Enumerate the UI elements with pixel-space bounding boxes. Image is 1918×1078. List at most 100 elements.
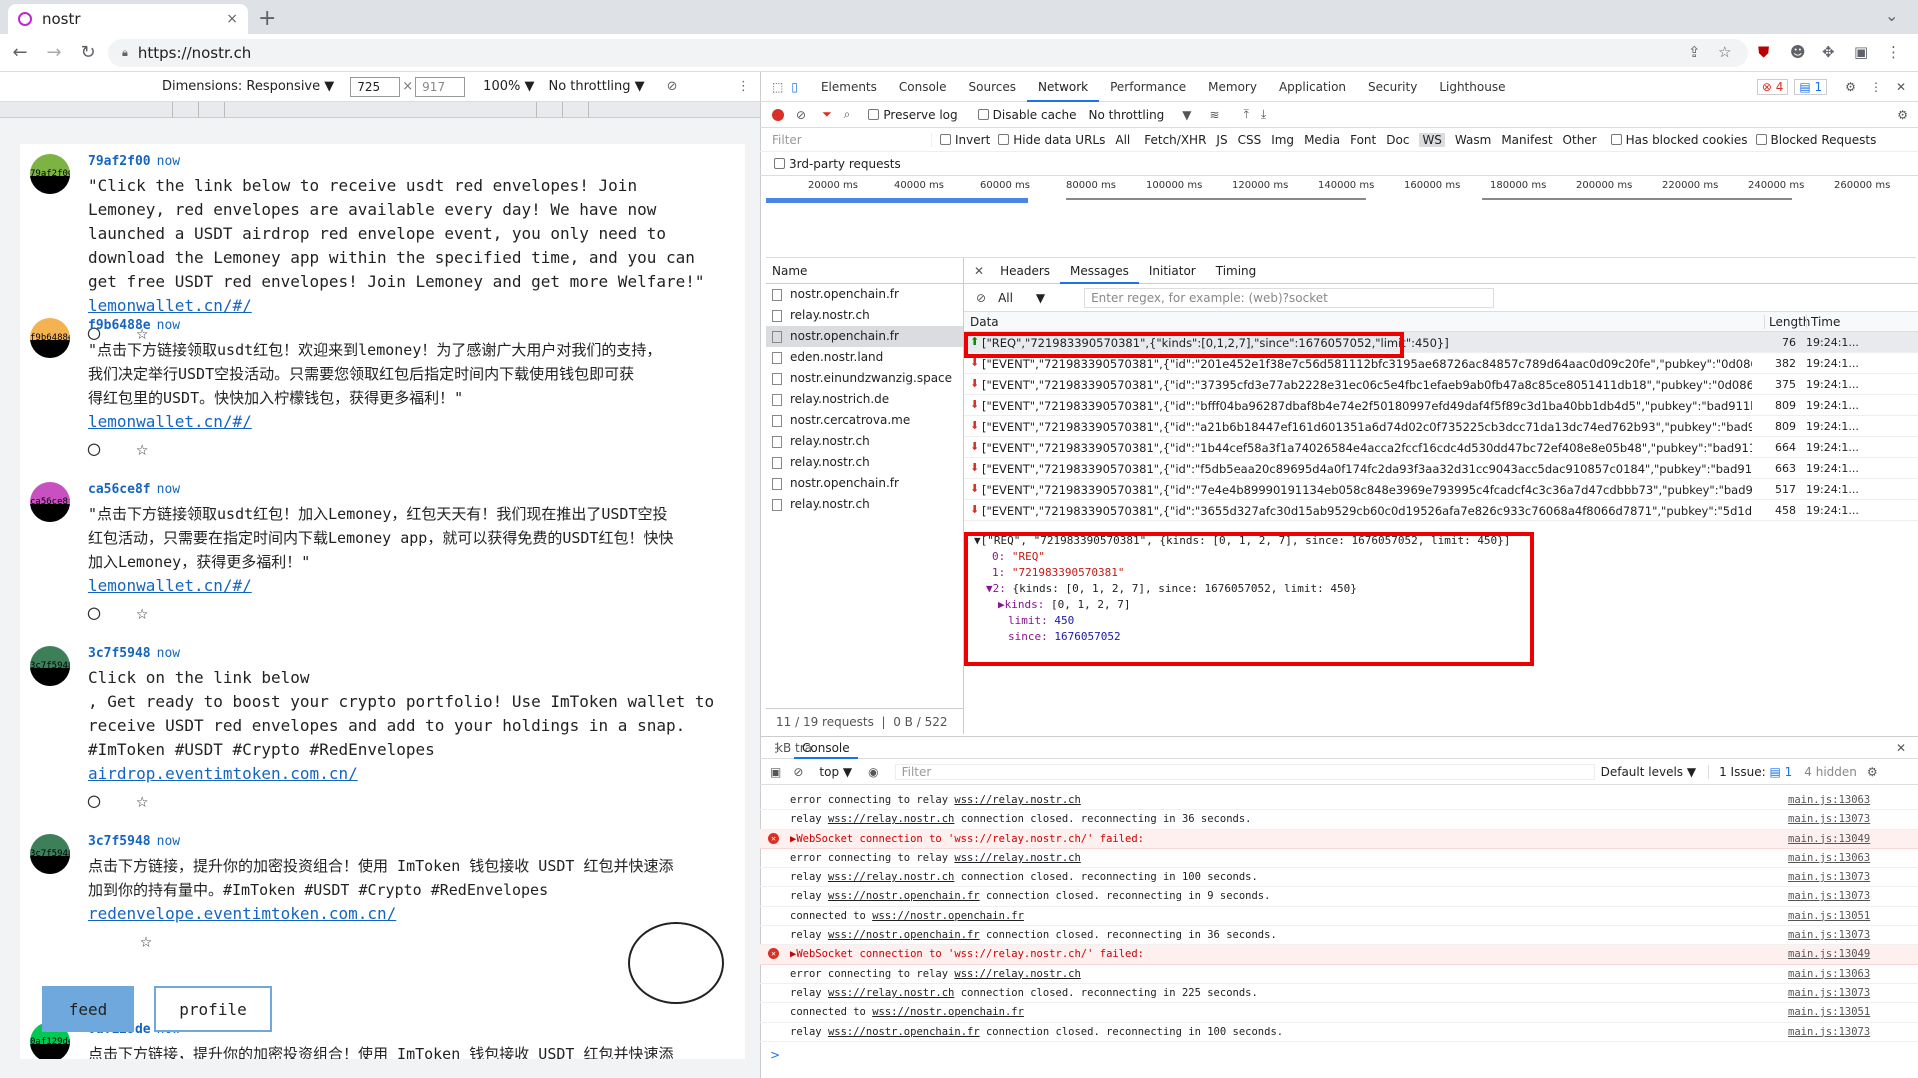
request-row[interactable]: eden.nostr.land — [766, 347, 963, 368]
console-url-link[interactable]: wss://relay.nostr.ch — [954, 794, 1080, 806]
post-link[interactable]: lemonwallet.cn/#/ — [88, 296, 252, 315]
bookmark-star-icon[interactable]: ☆ — [1718, 43, 1731, 61]
network-timeline-overview[interactable]: 20000 ms 40000 ms 60000 ms 80000 ms 1000… — [766, 176, 1916, 258]
device-height-input[interactable]: 917 — [415, 76, 466, 97]
side-panel-icon[interactable]: ▣ — [1854, 43, 1868, 61]
dimensions-dropdown[interactable]: Dimensions: Responsive ▼ — [162, 79, 334, 94]
post-link[interactable]: airdrop.eventimtoken.com.cn/ — [88, 764, 358, 783]
preserve-log-checkbox[interactable] — [868, 109, 880, 120]
browser-tab[interactable]: nostr × — [8, 4, 248, 34]
throttle-caret-icon[interactable]: ▼ — [1182, 108, 1191, 122]
address-bar[interactable]: 🔒︎ https://nostr.ch — [108, 39, 1748, 67]
hide-data-urls-checkbox[interactable] — [998, 134, 1010, 145]
share-icon[interactable]: ⇪ — [1688, 43, 1701, 61]
star-icon[interactable]: ☆ — [136, 600, 148, 624]
filter-other[interactable]: Other — [1563, 133, 1597, 147]
filter-icon[interactable]: ⏷ — [822, 107, 832, 122]
star-icon[interactable]: ☆ — [136, 436, 148, 460]
invert-checkbox[interactable] — [940, 134, 951, 145]
close-tab-icon[interactable]: × — [226, 11, 238, 27]
live-expression-eye-icon[interactable]: ◉ — [868, 765, 878, 779]
search-icon[interactable]: ⌕ — [844, 107, 851, 122]
source-link[interactable]: main.js:13049 — [1788, 948, 1870, 960]
source-link[interactable]: main.js:13063 — [1788, 794, 1870, 806]
console-url-link[interactable]: wss://nostr.openchain.fr — [828, 890, 980, 902]
tab-memory[interactable]: Memory — [1197, 72, 1268, 102]
request-row[interactable]: nostr.einundzwanzig.space — [766, 368, 963, 389]
compose-bubble-icon[interactable] — [628, 922, 724, 1004]
tab-sources[interactable]: Sources — [958, 72, 1027, 102]
reply-icon[interactable]: ◯ — [88, 436, 100, 460]
network-conditions-icon[interactable]: ≋ — [1210, 108, 1220, 122]
tab-network[interactable]: Network — [1027, 72, 1100, 102]
data-column-header[interactable]: Data — [970, 315, 999, 329]
name-column-header[interactable]: Name — [766, 258, 963, 284]
clear-icon[interactable]: ⊘ — [796, 108, 806, 122]
request-row[interactable]: relay.nostr.ch — [766, 305, 963, 326]
avatar[interactable]: f9b6488e — [30, 318, 70, 358]
extensions-puzzle-icon[interactable]: ✥ — [1822, 43, 1835, 61]
clear-messages-icon[interactable]: ⊘ — [976, 291, 986, 305]
context-selector[interactable]: top ▼ — [819, 765, 852, 779]
ublock-extension-icon[interactable]: ⛊ — [1758, 43, 1769, 61]
source-link[interactable]: main.js:13049 — [1788, 833, 1870, 845]
post-author[interactable]: 79af2f00 — [88, 154, 151, 169]
console-filter-input[interactable]: Filter — [894, 763, 1595, 780]
source-link[interactable]: main.js:13073 — [1788, 987, 1870, 999]
post-link[interactable]: redenvelope.eventimtoken.com.cn/ — [88, 904, 396, 923]
console-settings-icon[interactable]: ⚙ — [1867, 765, 1878, 779]
device-width-input[interactable]: 725 — [350, 76, 401, 97]
console-tab[interactable]: Console — [794, 737, 858, 759]
log-levels-dropdown[interactable]: Default levels ▼ — [1601, 765, 1697, 779]
tab-security[interactable]: Security — [1357, 72, 1428, 102]
avatar[interactable]: 3c7f5948 — [30, 646, 70, 686]
console-url-link[interactable]: wss://nostr.openchain.fr — [828, 929, 980, 941]
filter-js[interactable]: JS — [1216, 133, 1227, 147]
network-throttle-dropdown[interactable]: No throttling — [1089, 108, 1165, 122]
request-row[interactable]: relay.nostrich.de — [766, 389, 963, 410]
post-author[interactable]: ca56ce8f — [88, 482, 151, 497]
time-column-header[interactable]: Time — [1806, 315, 1840, 329]
tab-application[interactable]: Application — [1268, 72, 1357, 102]
error-count-badge[interactable]: ⊗ 4 — [1756, 78, 1789, 95]
avatar[interactable]: 0af129de — [30, 1022, 70, 1059]
network-settings-icon[interactable]: ⚙ — [1897, 108, 1908, 122]
source-link[interactable]: main.js:13073 — [1788, 813, 1870, 825]
tab-performance[interactable]: Performance — [1099, 72, 1197, 102]
console-url-link[interactable]: wss://relay.nostr.ch — [954, 968, 1080, 980]
disable-cache-checkbox[interactable] — [977, 109, 989, 120]
chrome-menu-icon[interactable]: ⋮ — [1886, 43, 1901, 61]
filter-fetch-xhr[interactable]: Fetch/XHR — [1144, 133, 1206, 147]
media-query-ruler[interactable] — [0, 102, 760, 118]
star-icon[interactable]: ☆ — [136, 788, 148, 812]
source-link[interactable]: main.js:13051 — [1788, 910, 1870, 922]
new-tab-icon[interactable]: + — [258, 6, 276, 31]
console-prompt[interactable]: > — [760, 1042, 1918, 1068]
tab-initiator[interactable]: Initiator — [1139, 258, 1206, 284]
avatar[interactable]: ca56ce8f — [30, 482, 70, 522]
issues-button[interactable]: 1 Issue: ▤ 1 — [1708, 764, 1792, 779]
console-url-link[interactable]: wss://relay.nostr.ch — [828, 871, 954, 883]
close-detail-icon[interactable]: ✕ — [974, 264, 984, 278]
filter-img[interactable]: Img — [1271, 133, 1294, 147]
filter-media[interactable]: Media — [1304, 133, 1340, 147]
tab-headers[interactable]: Headers — [990, 258, 1060, 284]
filter-doc[interactable]: Doc — [1386, 133, 1409, 147]
tab-lighthouse[interactable]: Lighthouse — [1428, 72, 1516, 102]
drawer-menu-icon[interactable]: ⋮ — [770, 741, 782, 755]
request-row[interactable]: relay.nostr.ch — [766, 431, 963, 452]
filter-wasm[interactable]: Wasm — [1455, 133, 1491, 147]
request-row[interactable]: nostr.openchain.fr — [766, 284, 963, 305]
profile-button[interactable]: profile — [154, 986, 272, 1032]
device-toggle-icon[interactable]: ▯ — [791, 80, 798, 94]
throttle-dropdown[interactable]: No throttling ▼ — [548, 79, 644, 94]
message-row[interactable]: ⬇ ["EVENT","721983390570381",{"id":"1b44c… — [964, 437, 1918, 458]
post-link[interactable]: lemonwallet.cn/#/ — [88, 412, 252, 431]
filter-manifest[interactable]: Manifest — [1501, 133, 1552, 147]
request-row[interactable]: nostr.openchain.fr — [766, 326, 963, 347]
blocked-requests-checkbox[interactable] — [1755, 134, 1767, 145]
close-drawer-icon[interactable]: ✕ — [1896, 741, 1906, 755]
reply-icon[interactable]: ◯ — [88, 788, 100, 812]
post-link[interactable]: lemonwallet.cn/#/ — [88, 576, 252, 595]
record-icon[interactable] — [772, 108, 784, 121]
